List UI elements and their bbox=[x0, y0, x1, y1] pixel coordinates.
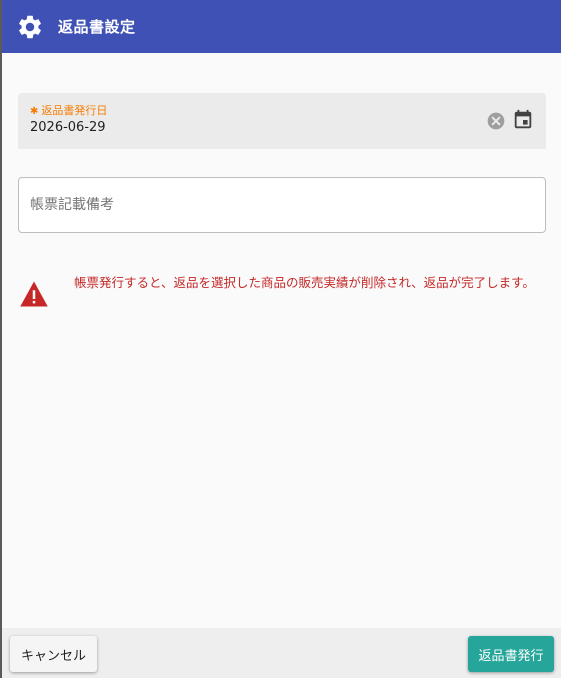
issue-date-field[interactable]: ✱ 返品書発行日 2026-06-29 bbox=[18, 93, 546, 149]
dialog-footer: キャンセル 返品書発行 bbox=[2, 628, 561, 678]
warning-notice: 帳票発行すると、返品を選択した商品の販売実績が削除され、返品が完了します。 bbox=[18, 272, 546, 322]
memo-field[interactable] bbox=[18, 177, 546, 233]
warning-message: 帳票発行すると、返品を選択した商品の販売実績が削除され、返品が完了します。 bbox=[74, 275, 535, 290]
calendar-icon[interactable] bbox=[512, 109, 534, 131]
return-slip-settings-dialog: 返品書設定 ✱返品書発行日 2026-06-29 帳票発行すると、返品を選択した… bbox=[2, 0, 561, 678]
issue-date-label-text: 返品書発行日 bbox=[41, 104, 108, 117]
required-mark: ✱ bbox=[30, 106, 39, 117]
cancel-button[interactable]: キャンセル bbox=[10, 636, 97, 672]
issue-date-label: ✱ 返品書発行日 bbox=[30, 102, 107, 118]
dialog-header: 返品書設定 bbox=[2, 0, 561, 53]
issue-return-slip-button[interactable]: 返品書発行 bbox=[468, 636, 554, 672]
issue-date-value[interactable]: 2026-06-29 bbox=[30, 120, 106, 135]
gear-icon bbox=[19, 15, 41, 39]
dialog-title: 返品書設定 bbox=[58, 18, 136, 36]
memo-input[interactable] bbox=[30, 178, 530, 232]
warning-triangle-icon bbox=[20, 281, 48, 307]
clear-circle-icon[interactable] bbox=[486, 111, 506, 131]
